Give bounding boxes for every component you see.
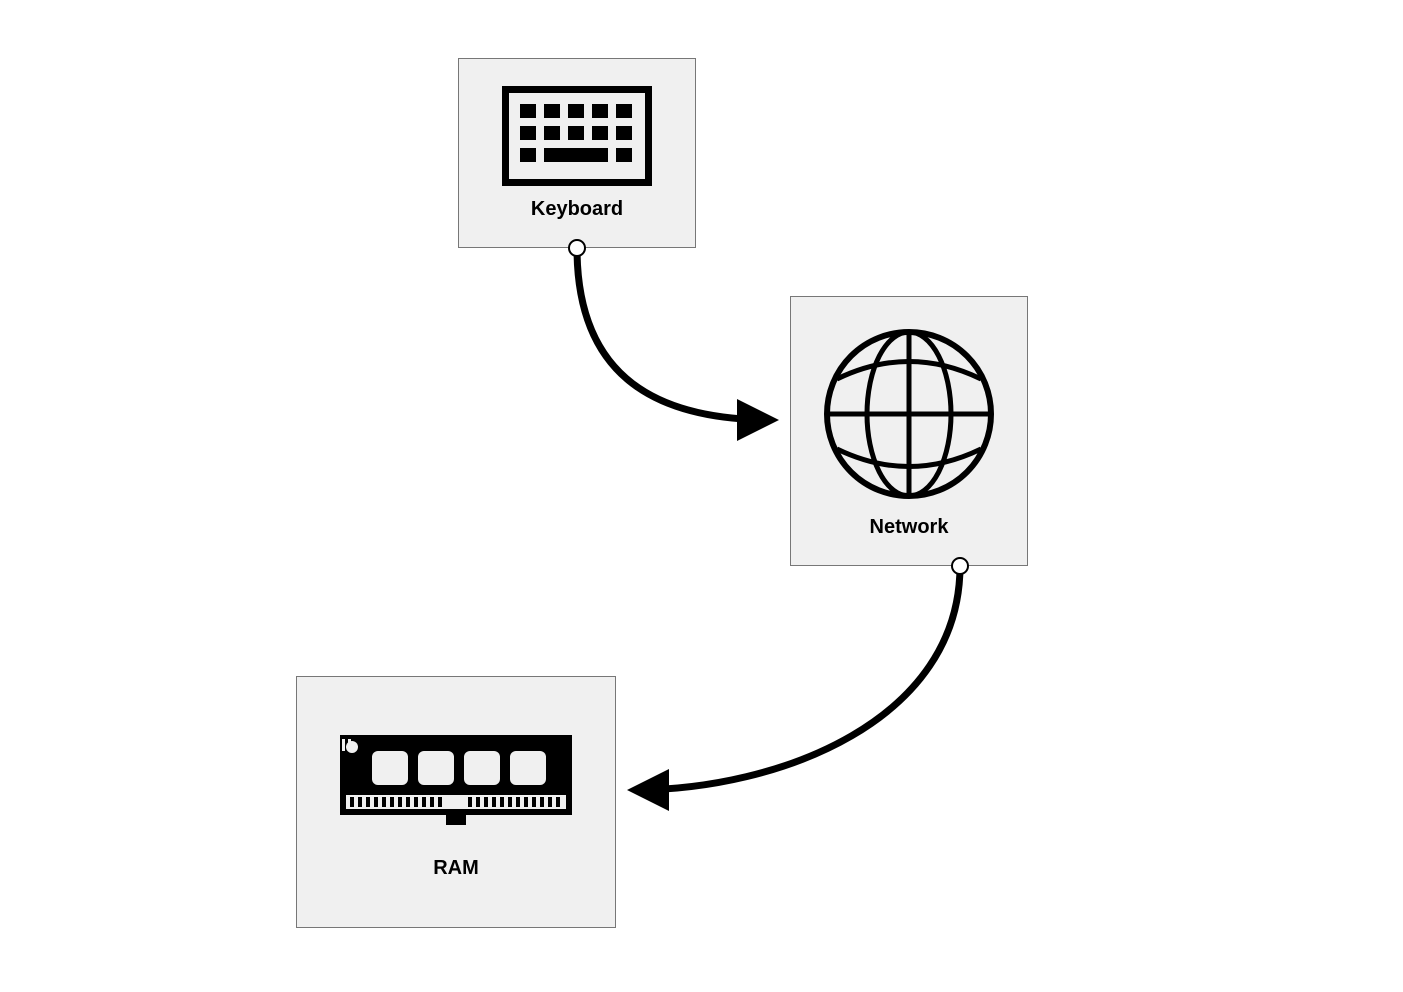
node-label: RAM <box>433 857 479 880</box>
ram-icon <box>336 725 576 845</box>
node-keyboard[interactable]: Keyboard <box>458 58 696 248</box>
edge-keyboard-to-network <box>569 240 772 420</box>
globe-icon <box>819 324 999 504</box>
node-network[interactable]: Network <box>790 296 1028 566</box>
keyboard-icon <box>502 86 652 186</box>
node-label: Keyboard <box>531 198 623 221</box>
edges-layer <box>0 0 1403 992</box>
diagram-canvas: Keyboard Network <box>0 0 1403 992</box>
node-label: Network <box>870 516 949 539</box>
edge-network-to-ram <box>634 558 968 790</box>
node-ram[interactable]: RAM <box>296 676 616 928</box>
